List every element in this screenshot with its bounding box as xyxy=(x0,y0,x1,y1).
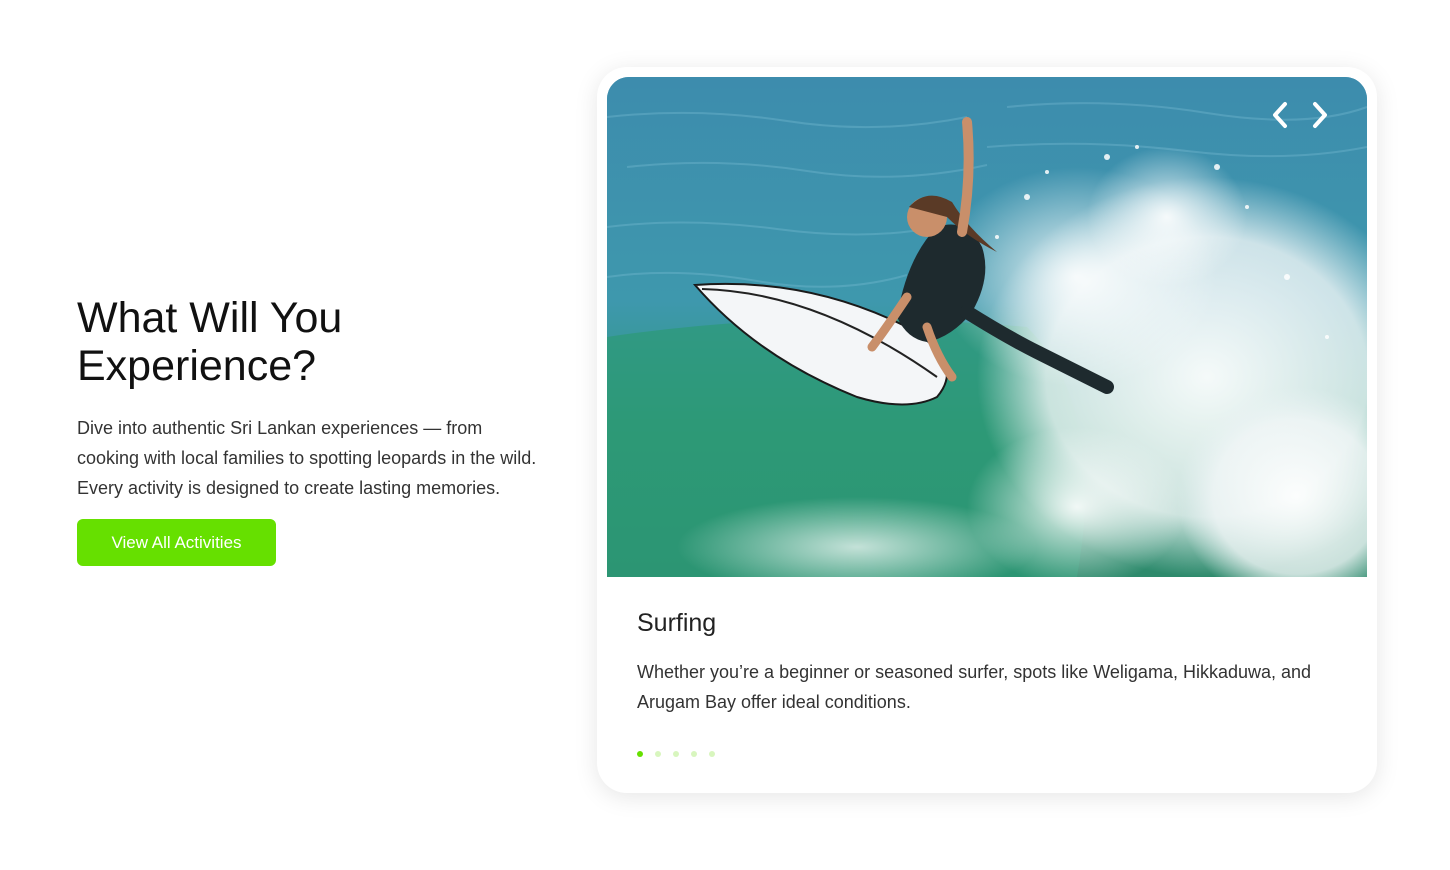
carousel-next-button[interactable] xyxy=(1304,99,1336,131)
activity-photo xyxy=(607,77,1367,577)
view-all-activities-button[interactable]: View All Activities xyxy=(77,519,276,566)
page: What Will You Experience? Dive into auth… xyxy=(0,0,1450,870)
section-description: Dive into authentic Sri Lankan experienc… xyxy=(77,418,537,498)
pagination-dot-1[interactable] xyxy=(637,751,643,757)
carousel-prev-button[interactable] xyxy=(1264,99,1296,131)
slide-description: Whether you’re a beginner or seasoned su… xyxy=(637,662,1312,712)
intro-section: What Will You Experience? Dive into auth… xyxy=(77,294,547,566)
activity-carousel-card: Surfing Whether you’re a beginner or sea… xyxy=(597,67,1377,793)
section-title: What Will You Experience? xyxy=(77,294,343,390)
pagination-dot-5[interactable] xyxy=(709,751,715,757)
chevron-left-icon xyxy=(1273,102,1287,128)
pagination-dot-4[interactable] xyxy=(691,751,697,757)
carousel-pagination xyxy=(637,751,715,757)
pagination-dot-3[interactable] xyxy=(673,751,679,757)
surfer-riding-wave-photo xyxy=(607,77,1367,577)
pagination-dot-2[interactable] xyxy=(655,751,661,757)
chevron-right-icon xyxy=(1313,102,1327,128)
slide-title: Surfing xyxy=(637,609,717,637)
